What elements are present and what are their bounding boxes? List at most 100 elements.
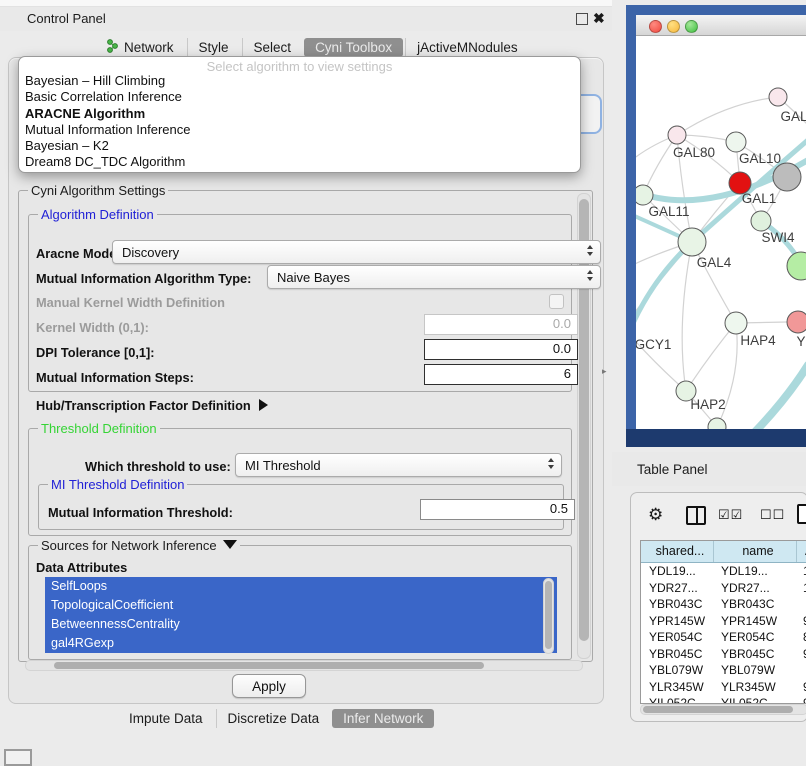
data-attributes-label: Data Attributes xyxy=(36,560,127,575)
tab-label: jActiveMNodules xyxy=(417,40,518,55)
table-horizontal-scrollbar[interactable] xyxy=(640,704,806,715)
network-edge[interactable] xyxy=(636,242,692,327)
network-node-gray-node[interactable] xyxy=(773,163,801,191)
network-window-frame-bottom xyxy=(626,429,806,447)
combo-stepper-icon xyxy=(587,270,593,281)
attribute-item[interactable]: TopologicalCoefficient xyxy=(45,596,557,615)
table-row[interactable]: YDL19...YDL19...13 xyxy=(641,563,806,580)
tab-cyni-toolbox[interactable]: Cyni Toolbox xyxy=(304,38,403,57)
tab-label: Network xyxy=(124,40,174,55)
column-header[interactable]: A xyxy=(797,541,806,562)
cell-extra: 9. xyxy=(795,679,806,696)
cell-name: YER054C xyxy=(713,629,795,646)
algorithm-option[interactable]: ARACNE Algorithm xyxy=(19,106,580,122)
network-canvas[interactable]: GALGAL80GAL10GAL1GAL11SWI4GAL4HAP4YGCY1H… xyxy=(636,35,806,429)
network-node-swi4[interactable] xyxy=(751,211,771,231)
table-row[interactable]: YIL052CYIL052C9. xyxy=(641,695,806,704)
minimize-traffic-light-icon[interactable] xyxy=(667,20,680,33)
node-attribute-table[interactable]: shared...nameAYDL19...YDL19...13YDR27...… xyxy=(640,540,806,704)
tab-impute-data[interactable]: Impute Data xyxy=(118,709,214,728)
network-node-salmon-partial[interactable] xyxy=(787,311,806,333)
network-node-label: GAL xyxy=(780,109,806,124)
close-traffic-light-icon[interactable] xyxy=(649,20,662,33)
tab-style[interactable]: Style xyxy=(187,38,240,57)
network-node-green-right[interactable] xyxy=(787,252,806,280)
which-threshold-combo[interactable]: MI Threshold xyxy=(235,453,562,477)
hub-definition-toggle[interactable]: Hub/Transcription Factor Definition xyxy=(36,398,268,413)
mi-algorithm-type-value: Naive Bayes xyxy=(277,270,350,285)
tab-infer-network[interactable]: Infer Network xyxy=(332,709,434,728)
aracne-mode-combo[interactable]: Discovery xyxy=(112,240,601,264)
cell-shared-name: YBR043C xyxy=(641,596,713,613)
deselect-all-rows-icon[interactable]: ☐☐ xyxy=(760,507,785,523)
algorithm-option[interactable]: Basic Correlation Inference xyxy=(19,89,580,105)
network-edge-thick[interactable] xyxy=(752,365,806,429)
aracne-mode-value: Discovery xyxy=(122,245,179,260)
float-panel-icon[interactable] xyxy=(576,13,588,25)
attribute-item[interactable]: BetweennessCentrality xyxy=(45,615,557,634)
column-header[interactable]: name xyxy=(714,541,797,562)
algorithm-dropdown-list[interactable]: Select algorithm to view settings Bayesi… xyxy=(18,56,581,173)
table-row[interactable]: YBL079WYBL079W xyxy=(641,662,806,679)
table-row[interactable]: YLR345WYLR345W9. xyxy=(641,679,806,696)
manual-kernel-width-checkbox[interactable] xyxy=(549,294,564,309)
network-node-label: HAP4 xyxy=(740,333,776,348)
new-column-doc-icon[interactable] xyxy=(797,504,806,524)
network-node-gal11[interactable] xyxy=(636,185,653,205)
tab-select[interactable]: Select xyxy=(242,38,303,57)
algorithm-option[interactable]: Dream8 DC_TDC Algorithm xyxy=(19,154,580,170)
horizontal-scrollbar-thumb[interactable] xyxy=(54,662,484,669)
dpi-tolerance-field[interactable]: 0.0 xyxy=(424,339,578,360)
attribute-item[interactable]: SelfLoops xyxy=(45,577,557,596)
split-pane-handle[interactable]: ▸ xyxy=(602,366,607,377)
cell-shared-name: YPR145W xyxy=(641,613,713,630)
algorithm-option[interactable]: Bayesian – K2 xyxy=(19,138,580,154)
table-scrollbar-thumb[interactable] xyxy=(643,706,793,713)
minimized-panel-icon[interactable] xyxy=(4,749,32,766)
mi-algorithm-type-combo[interactable]: Naive Bayes xyxy=(267,265,601,289)
tab-label: Style xyxy=(199,40,229,55)
table-row[interactable]: YER054CYER054C8. xyxy=(641,629,806,646)
attributes-scrollbar-thumb[interactable] xyxy=(545,581,552,649)
cell-name: YBR045C xyxy=(713,646,795,663)
network-node-gal4[interactable] xyxy=(678,228,706,256)
network-window-titlebar[interactable] xyxy=(636,15,806,36)
zoom-traffic-light-icon[interactable] xyxy=(685,20,698,33)
data-attributes-list[interactable]: SelfLoopsTopologicalCoefficientBetweenne… xyxy=(45,577,557,653)
algorithm-option[interactable]: Bayesian – Hill Climbing xyxy=(19,73,580,89)
cell-shared-name: YDR27... xyxy=(641,580,713,597)
cell-extra: 9. xyxy=(795,613,806,630)
cell-shared-name: YLR345W xyxy=(641,679,713,696)
network-node-gal10[interactable] xyxy=(726,132,746,152)
tab-network[interactable]: Network xyxy=(95,37,185,58)
network-node-hap4[interactable] xyxy=(725,312,747,334)
network-edge[interactable] xyxy=(677,97,778,135)
kernel-width-field[interactable]: 0.0 xyxy=(424,314,578,335)
which-threshold-value: MI Threshold xyxy=(245,458,321,473)
attribute-item[interactable]: gal4RGexp xyxy=(45,634,557,653)
tab-jactivemnodules[interactable]: jActiveMNodules xyxy=(405,38,529,57)
table-row[interactable]: YBR045CYBR045C9. xyxy=(641,646,806,663)
network-edge[interactable] xyxy=(686,323,736,391)
mi-steps-field[interactable]: 6 xyxy=(424,364,578,385)
settings-horizontal-scrollbar[interactable] xyxy=(25,660,583,671)
column-header[interactable]: shared... xyxy=(641,541,714,562)
apply-button[interactable]: Apply xyxy=(232,674,306,698)
control-panel-tabbar: Network Style SelectCyni Toolbox jActiveMNo… xyxy=(95,36,529,58)
mi-threshold-field[interactable]: 0.5 xyxy=(420,499,575,520)
network-node-gal80[interactable] xyxy=(668,126,686,144)
sources-group-toggle[interactable]: Sources for Network Inference xyxy=(38,538,240,553)
network-node-label: GAL1 xyxy=(742,191,777,206)
algorithm-option[interactable]: Mutual Information Inference xyxy=(19,122,580,138)
close-panel-icon[interactable]: ✖ xyxy=(593,9,605,27)
table-settings-gear-icon[interactable]: ⚙ xyxy=(648,506,663,523)
attributes-list-scrollbar[interactable] xyxy=(543,578,554,654)
network-node-gal-partial[interactable] xyxy=(769,88,787,106)
tab-discretize-data[interactable]: Discretize Data xyxy=(216,709,331,728)
table-row[interactable]: YBR043CYBR043C xyxy=(641,596,806,613)
table-row[interactable]: YDR27...YDR27...12 xyxy=(641,580,806,597)
select-all-rows-icon[interactable]: ☑☑ xyxy=(718,507,743,523)
column-view-icon[interactable] xyxy=(686,506,706,525)
network-edge[interactable] xyxy=(682,242,692,391)
table-row[interactable]: YPR145WYPR145W9. xyxy=(641,613,806,630)
